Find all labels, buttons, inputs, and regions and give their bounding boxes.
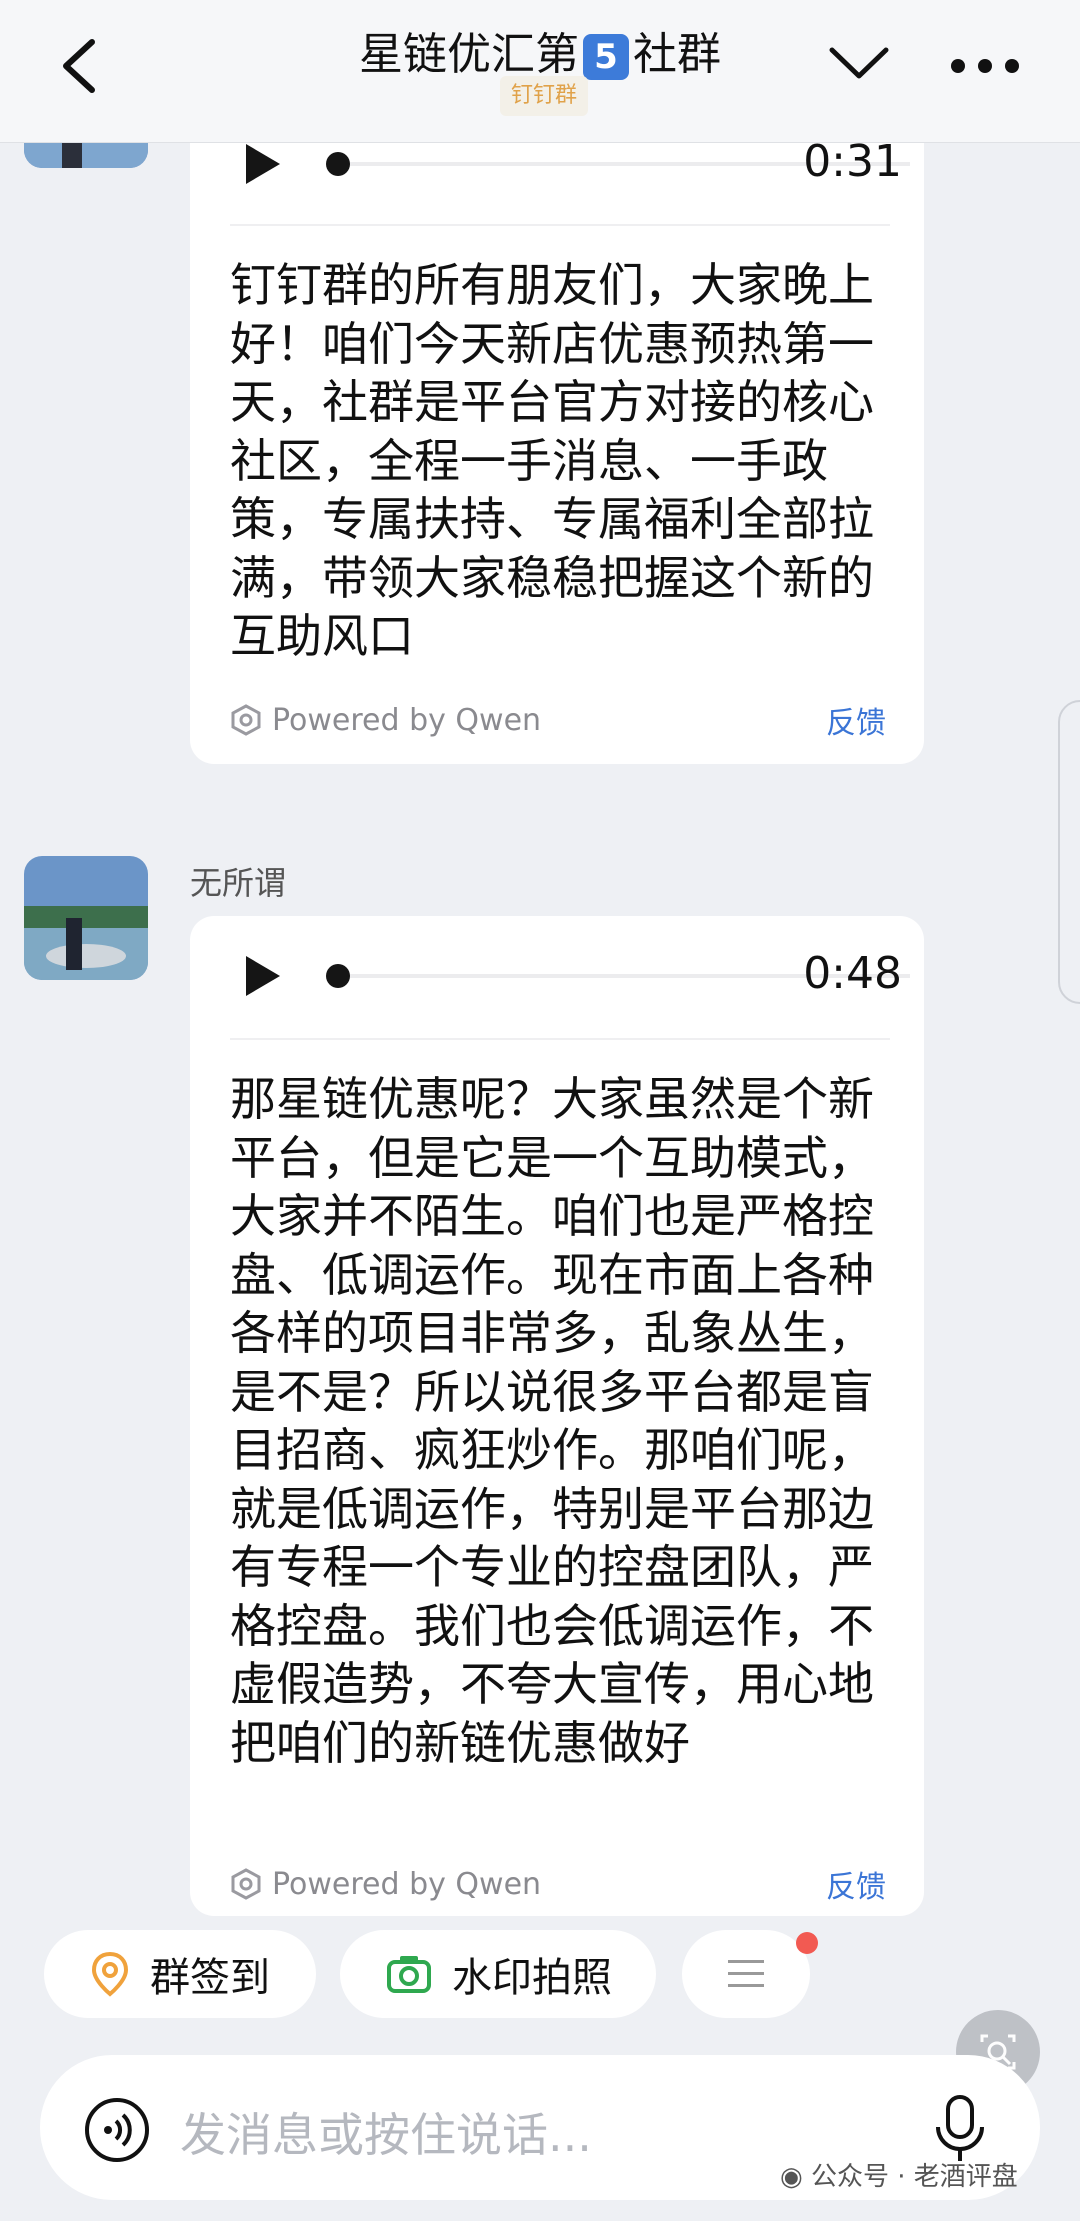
watermark-photo-label: 水印拍照 [452, 1955, 612, 2001]
voice-input-icon[interactable] [84, 2097, 150, 2163]
feedback-link[interactable]: 反馈 [826, 698, 886, 742]
title-suffix: 社群 [633, 29, 721, 80]
group-checkin-button[interactable]: 群签到 [44, 1930, 316, 2018]
side-floating-handle[interactable] [1058, 700, 1080, 1004]
watermark-label: 公众号 · 老酒评盘 [810, 2162, 1018, 2192]
wechat-icon: ◉ [780, 2162, 803, 2192]
bubble-divider [230, 1038, 890, 1040]
sender-avatar[interactable] [24, 856, 148, 980]
audio-progress-knob[interactable] [326, 152, 350, 176]
notification-dot [796, 1932, 818, 1954]
top-bar: 星链优汇第 5 社群 钉钉群 [0, 0, 1080, 143]
message-text: 那星链优惠呢？大家虽然是个新平台，但是它是一个互助模式，大家并不陌生。咱们也是严… [230, 1072, 874, 1770]
audio-progress-knob[interactable] [326, 964, 350, 988]
chat-title: 星链优汇第 5 社群 [0, 18, 1080, 82]
sender-name: 无所谓 [190, 864, 287, 902]
menu-icon [728, 1960, 764, 1987]
powered-by-row: Powered by Qwen [230, 700, 541, 740]
audio-duration: 0:48 [803, 948, 902, 999]
message-bubble: 0:31 钉钉群的所有朋友们，大家晚上好！咱们今天新店优惠预热第一天，社群是平台… [190, 108, 924, 764]
camera-icon [387, 1956, 431, 1993]
play-icon[interactable] [242, 142, 282, 186]
chevron-down-icon[interactable] [828, 44, 890, 84]
message-text: 钉钉群的所有朋友们，大家晚上好！咱们今天新店优惠预热第一天，社群是平台官方对接的… [230, 258, 874, 663]
powered-by-row: Powered by Qwen [230, 1864, 541, 1904]
play-icon[interactable] [242, 954, 282, 998]
bubble-divider [230, 224, 890, 226]
qwen-logo-icon [231, 704, 261, 736]
location-pin-icon [91, 1951, 129, 1997]
feedback-link[interactable]: 反馈 [826, 1862, 886, 1906]
more-actions-button[interactable] [682, 1930, 810, 2018]
audio-duration: 0:31 [803, 136, 902, 187]
powered-by-label: Powered by Qwen [272, 1866, 542, 1902]
message-input-placeholder[interactable]: 发消息或按住说话... [180, 2099, 592, 2165]
group-number-badge: 5 [583, 34, 629, 80]
more-options-icon[interactable] [950, 58, 1020, 74]
qwen-logo-icon [231, 1868, 261, 1900]
group-checkin-label: 群签到 [150, 1955, 270, 2001]
watermark-text: ◉ 公众号 · 老酒评盘 [780, 2156, 1018, 2193]
title-prefix: 星链优汇第 [359, 29, 579, 80]
watermark-photo-button[interactable]: 水印拍照 [340, 1930, 656, 2018]
group-tag: 钉钉群 [500, 76, 588, 116]
message-bubble: 0:48 那星链优惠呢？大家虽然是个新平台，但是它是一个互助模式，大家并不陌生。… [190, 916, 924, 1916]
powered-by-label: Powered by Qwen [272, 702, 542, 738]
